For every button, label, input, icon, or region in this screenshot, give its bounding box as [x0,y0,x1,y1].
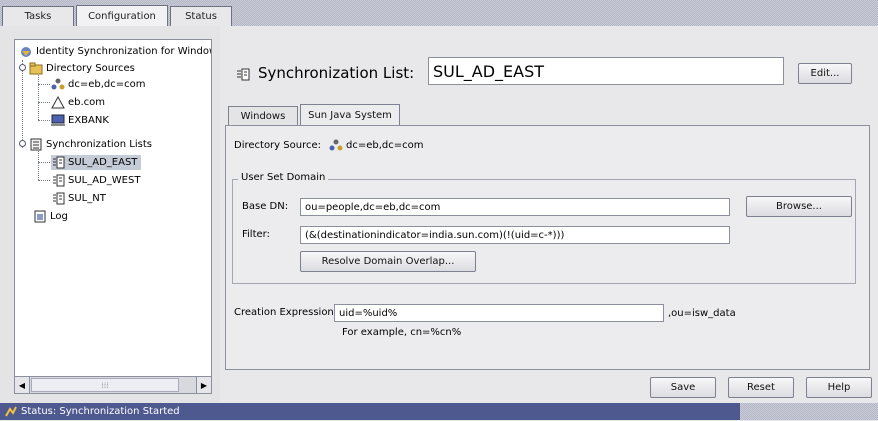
tab-status-label: Status [185,11,217,22]
folder-icon [29,62,43,75]
tree-ds-item-label: eb.com [68,97,106,108]
tree-sl-item-label: SUL_AD_EAST [68,157,138,168]
tree-ds-item[interactable]: EXBANK [51,113,109,128]
tree-log-label: Log [50,211,68,222]
edit-button-label: Edit... [810,68,840,79]
computer-icon [51,114,65,127]
tree-horizontal-scrollbar[interactable]: ◀ ⁞⁞⁞ ▶ [14,376,212,394]
tab-configuration-label: Configuration [88,11,156,22]
collapse-directory-sources-icon[interactable] [19,64,26,71]
tree-line [22,60,23,148]
scrollbar-thumb[interactable]: ⁞⁞⁞ [31,378,179,392]
filter-label: Filter: [242,229,270,240]
detail-panel: Synchronization List: SUL_AD_EAST Edit..… [220,26,878,403]
user-set-domain-legend: User Set Domain [238,172,329,183]
filter-input[interactable]: (&(destinationindicator=india.sun.com)(!… [300,226,730,244]
tab-tasks[interactable]: Tasks [2,6,74,26]
base-dn-input[interactable]: ou=people,dc=eb,dc=com [300,198,730,216]
resolve-button-label: Resolve Domain Overlap... [321,256,455,267]
tab-status[interactable]: Status [170,6,232,26]
sync-list-icon [51,156,65,169]
status-area: Status: Synchronization Started [0,403,740,420]
tab-windows[interactable]: Windows [228,106,298,125]
status-text: Status: Synchronization Started [21,406,180,417]
config-tree[interactable]: Identity Synchronization for Window Dire… [14,39,212,394]
sync-list-header-icon [236,68,250,81]
directory-source-value: dc=eb,dc=com [346,140,424,151]
tree-sl-item-label: SUL_NT [68,193,106,204]
tab-sun-java-system-label: Sun Java System [308,110,392,121]
save-button-label: Save [670,382,696,393]
tree-ds-item-label: dc=eb,dc=com [68,79,146,90]
help-button[interactable]: Help [806,377,872,398]
scroll-right-icon[interactable]: ▶ [196,377,211,393]
tree-directory-sources-label: Directory Sources [46,63,135,74]
tree-sl-item-label: SUL_AD_WEST [68,175,141,186]
scroll-left-icon[interactable]: ◀ [15,377,30,393]
sync-lists-icon [29,138,43,151]
tree-log[interactable]: Log [33,209,68,224]
tree-line [38,84,50,85]
save-button[interactable]: Save [650,377,716,398]
tree-line [38,102,50,103]
edit-button[interactable]: Edit... [798,63,852,84]
directory-server-icon [329,139,343,152]
log-icon [33,210,47,223]
status-bar: Status: Synchronization Started [0,403,878,420]
sync-list-name-field[interactable]: SUL_AD_EAST [428,57,784,85]
tree-sync-lists-label: Synchronization Lists [46,139,152,150]
reset-button-label: Reset [747,382,775,393]
status-icon [4,405,18,418]
help-button-label: Help [827,382,851,393]
identity-sync-icon [19,45,33,58]
tree-sync-lists[interactable]: Synchronization Lists [29,137,152,152]
browse-button[interactable]: Browse... [746,196,852,217]
base-dn-label-text: Base DN: [242,201,289,212]
tab-sun-java-system[interactable]: Sun Java System [300,104,400,126]
top-tab-bar: Tasks Configuration Status [0,0,878,27]
tree-ds-item-label: EXBANK [68,115,109,126]
tab-content-panel: Directory Source: dc=eb,dc=com User Set … [225,125,870,370]
tree-ds-item[interactable]: eb.com [51,95,105,110]
creation-expression-example: For example, cn=%cn% [342,327,462,338]
directory-server-icon [51,78,65,91]
tree-ds-item[interactable]: dc=eb,dc=com [51,77,146,92]
tab-tasks-label: Tasks [24,11,52,22]
tree-line [38,162,50,163]
browse-button-label: Browse... [776,201,822,212]
sync-list-label: Synchronization List: [258,64,415,82]
tree-root-label: Identity Synchronization for Window [36,46,212,57]
creation-expression-input[interactable]: uid=%uid% [334,304,664,322]
resolve-domain-overlap-button[interactable]: Resolve Domain Overlap... [300,251,476,272]
base-dn-label: Base DN: [242,201,288,212]
tab-windows-label: Windows [240,110,286,122]
tree-sl-item[interactable]: SUL_NT [51,191,106,206]
creation-expression-label: Creation Expression: [234,307,338,318]
tree-root[interactable]: Identity Synchronization for Window [19,44,212,59]
sync-list-icon [51,192,65,205]
sync-list-icon [51,174,65,187]
collapse-sync-lists-icon[interactable] [19,140,26,147]
tree-line [38,180,50,181]
tab-configuration[interactable]: Configuration [76,5,168,27]
directory-source-label: Directory Source: [234,140,321,151]
tree-sl-item-selected[interactable]: SUL_AD_EAST [51,155,142,170]
tree-sl-item[interactable]: SUL_AD_WEST [51,173,140,188]
active-directory-icon [51,95,65,109]
creation-expression-suffix: ,ou=isw_data [668,308,736,319]
navigation-panel: Identity Synchronization for Window Dire… [0,26,220,403]
reset-button[interactable]: Reset [728,377,794,398]
tree-line [38,120,50,121]
tree-directory-sources[interactable]: Directory Sources [29,61,135,76]
